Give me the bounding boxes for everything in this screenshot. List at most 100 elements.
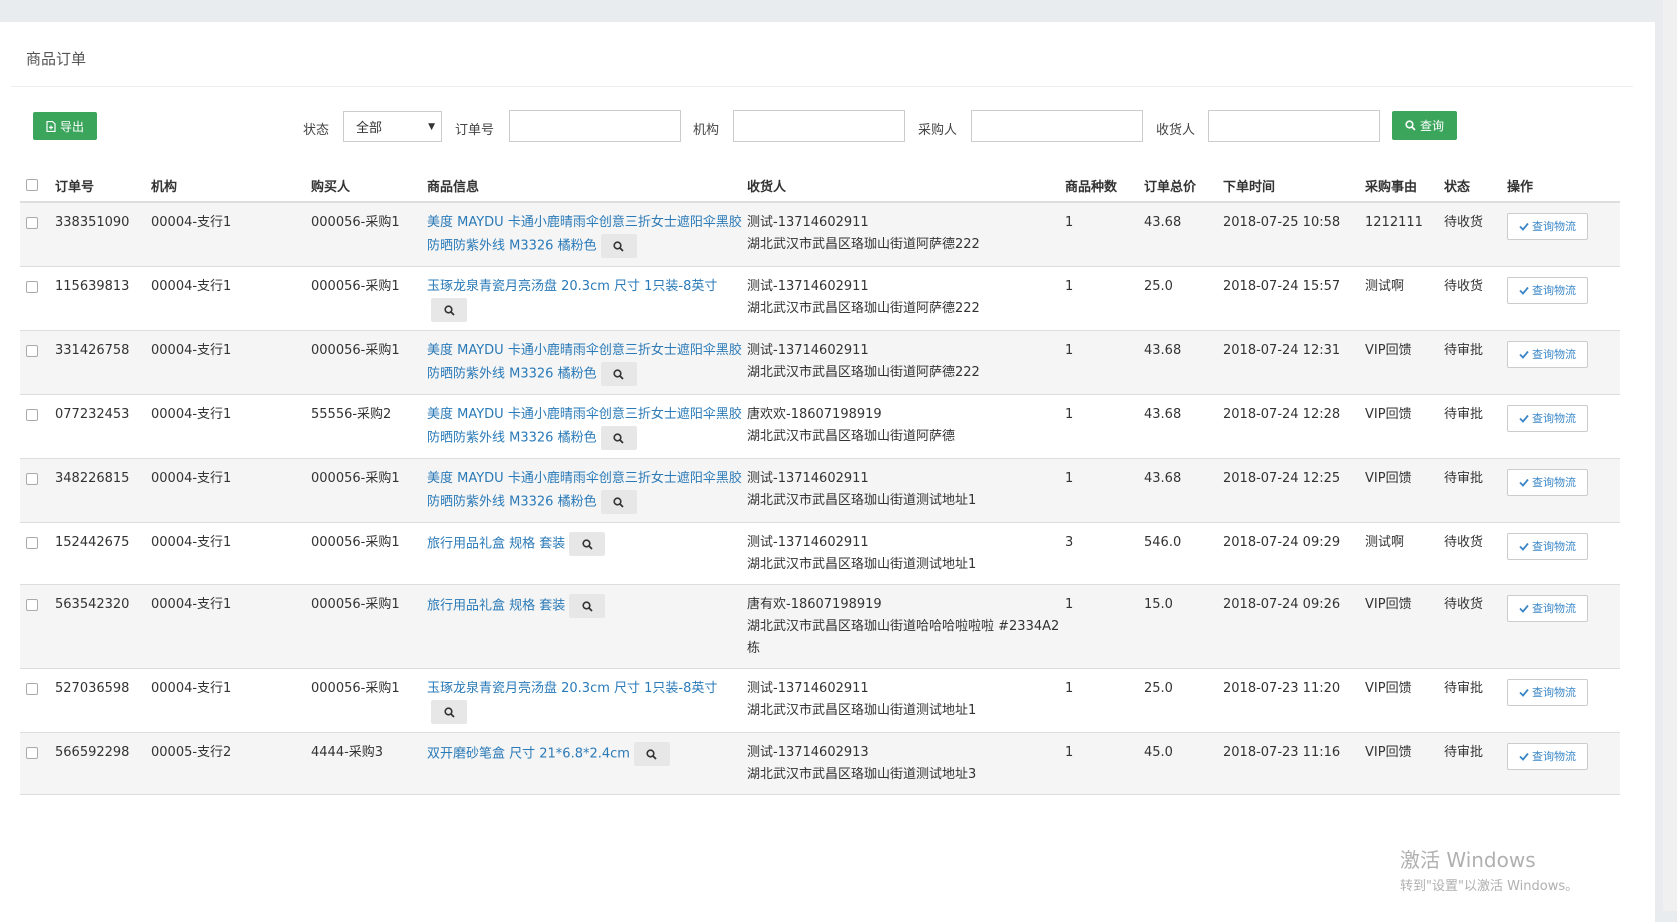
product-kinds: 1 — [1065, 266, 1144, 331]
title-divider — [11, 86, 1633, 87]
status-select-value: 全部 — [356, 121, 383, 136]
row-checkbox[interactable] — [26, 345, 38, 357]
order-status: 待收货 — [1444, 202, 1507, 267]
product-kinds: 3 — [1065, 522, 1144, 585]
product-search-button[interactable] — [600, 362, 637, 386]
product-link[interactable]: 美度 MAYDU 卡通小鹿晴雨伞创意三折女士遮阳伞黑胶防晒防紫外线 M3326 … — [427, 343, 742, 382]
product-cell: 玉琢龙泉青瓷月亮汤盘 20.3cm 尺寸 1只装-8英寸 — [427, 266, 747, 331]
row-checkbox[interactable] — [26, 599, 38, 611]
track-logistics-button[interactable]: 查询物流 — [1507, 469, 1588, 496]
product-search-button[interactable] — [600, 234, 637, 258]
receiver-input[interactable] — [1208, 110, 1380, 142]
order-status: 待收货 — [1444, 266, 1507, 331]
receiver-cell: 测试-13714602911 湖北武汉市武昌区珞珈山街道测试地址1 — [747, 668, 1065, 733]
row-checkbox[interactable] — [26, 537, 38, 549]
order-total: 43.68 — [1144, 394, 1223, 459]
export-button[interactable]: 导出 — [33, 112, 97, 140]
product-cell: 旅行用品礼盒 规格 套装 — [427, 584, 747, 669]
track-logistics-button[interactable]: 查询物流 — [1507, 213, 1588, 240]
page-scrollbar[interactable] — [1663, 0, 1677, 911]
col-order-no: 订单号 — [55, 167, 151, 203]
product-link[interactable]: 美度 MAYDU 卡通小鹿晴雨伞创意三折女士遮阳伞黑胶防晒防紫外线 M3326 … — [427, 407, 742, 446]
status-select[interactable]: 全部 ▼ — [343, 111, 442, 142]
order-no: 348226815 — [55, 458, 151, 523]
export-label: 导出 — [59, 119, 84, 134]
track-logistics-button[interactable]: 查询物流 — [1507, 743, 1588, 770]
product-cell: 玉琢龙泉青瓷月亮汤盘 20.3cm 尺寸 1只装-8英寸 — [427, 668, 747, 733]
order-time: 2018-07-24 09:29 — [1223, 522, 1365, 585]
product-cell: 美度 MAYDU 卡通小鹿晴雨伞创意三折女士遮阳伞黑胶防晒防紫外线 M3326 … — [427, 458, 747, 523]
receiver-cell: 测试-13714602911 湖北武汉市武昌区珞珈山街道阿萨德222 — [747, 202, 1065, 267]
product-link[interactable]: 旅行用品礼盒 规格 套装 — [427, 537, 565, 552]
track-logistics-button[interactable]: 查询物流 — [1507, 277, 1588, 304]
product-search-button[interactable] — [600, 490, 637, 514]
order-time: 2018-07-24 15:57 — [1223, 266, 1365, 331]
product-link[interactable]: 旅行用品礼盒 规格 套装 — [427, 599, 565, 614]
checkmark-icon — [1519, 688, 1529, 697]
product-search-button[interactable] — [431, 700, 467, 724]
product-search-button[interactable] — [569, 532, 606, 556]
purchase-reason: VIP回馈 — [1365, 732, 1444, 795]
order-time: 2018-07-24 09:26 — [1223, 584, 1365, 669]
receiver-name: 测试-13714602911 — [747, 215, 869, 230]
table-row: 331426758 00004-支行1 000056-采购1 美度 MAYDU 卡通小… — [20, 330, 1620, 395]
org: 00004-支行1 — [151, 330, 311, 395]
product-link[interactable]: 玉琢龙泉青瓷月亮汤盘 20.3cm 尺寸 1只装-8英寸 — [427, 279, 717, 294]
search-icon — [443, 304, 455, 316]
purchase-reason: VIP回馈 — [1365, 458, 1444, 523]
col-kinds: 商品种数 — [1065, 167, 1144, 203]
row-checkbox[interactable] — [26, 217, 38, 229]
search-icon — [613, 240, 624, 252]
receiver-cell: 测试-13714602911 湖北武汉市武昌区珞珈山街道测试地址1 — [747, 458, 1065, 523]
buyer: 000056-采购1 — [311, 330, 427, 395]
product-cell: 双开磨砂笔盒 尺寸 21*6.8*2.4cm — [427, 732, 747, 795]
row-checkbox[interactable] — [26, 747, 38, 759]
product-kinds: 1 — [1065, 202, 1144, 267]
track-logistics-button[interactable]: 查询物流 — [1507, 595, 1588, 622]
checkmark-icon — [1519, 752, 1529, 761]
row-checkbox[interactable] — [26, 281, 38, 293]
product-search-button[interactable] — [569, 594, 606, 618]
col-buyer: 购买人 — [311, 167, 427, 203]
page-title: 商品订单 — [26, 50, 87, 68]
row-checkbox[interactable] — [26, 683, 38, 695]
receiver-cell: 测试-13714602911 湖北武汉市武昌区珞珈山街道阿萨德222 — [747, 330, 1065, 395]
track-logistics-button[interactable]: 查询物流 — [1507, 405, 1588, 432]
order-no-input[interactable] — [509, 110, 681, 142]
order-no: 077232453 — [55, 394, 151, 459]
product-link[interactable]: 玉琢龙泉青瓷月亮汤盘 20.3cm 尺寸 1只装-8英寸 — [427, 681, 717, 696]
product-search-button[interactable] — [633, 742, 670, 766]
product-cell: 美度 MAYDU 卡通小鹿晴雨伞创意三折女士遮阳伞黑胶防晒防紫外线 M3326 … — [427, 394, 747, 459]
buyer: 4444-采购3 — [311, 732, 427, 795]
purchase-reason: 测试啊 — [1365, 266, 1444, 331]
product-kinds: 1 — [1065, 584, 1144, 669]
buyer-input[interactable] — [971, 110, 1143, 142]
product-link[interactable]: 美度 MAYDU 卡通小鹿晴雨伞创意三折女士遮阳伞黑胶防晒防紫外线 M3326 … — [427, 471, 742, 510]
product-search-button[interactable] — [600, 426, 637, 450]
product-search-button[interactable] — [431, 298, 467, 322]
order-total: 25.0 — [1144, 668, 1223, 733]
search-icon — [613, 432, 624, 444]
row-checkbox[interactable] — [26, 409, 38, 421]
track-logistics-button[interactable]: 查询物流 — [1507, 341, 1588, 368]
purchase-reason: VIP回馈 — [1365, 668, 1444, 733]
receiver-address: 湖北武汉市武昌区珞珈山街道测试地址3 — [747, 767, 977, 782]
order-no: 527036598 — [55, 668, 151, 733]
order-no: 563542320 — [55, 584, 151, 669]
receiver-name: 测试-13714602911 — [747, 471, 869, 486]
table-row: 563542320 00004-支行1 000056-采购1 旅行用品礼盒 规格 套装… — [20, 584, 1620, 669]
search-button[interactable]: 查询 — [1392, 111, 1457, 140]
track-logistics-button[interactable]: 查询物流 — [1507, 679, 1588, 706]
org-input[interactable] — [733, 110, 905, 142]
receiver-address: 湖北武汉市武昌区珞珈山街道测试地址1 — [747, 493, 977, 508]
product-link[interactable]: 双开磨砂笔盒 尺寸 21*6.8*2.4cm — [427, 747, 630, 762]
order-status: 待审批 — [1444, 330, 1507, 395]
receiver-name: 唐有欢-18607198919 — [747, 597, 882, 612]
receiver-cell: 唐有欢-18607198919 湖北武汉市武昌区珞珈山街道哈哈哈啦啦啦 #2334… — [747, 584, 1065, 669]
track-logistics-label: 查询物流 — [1532, 283, 1576, 297]
track-logistics-button[interactable]: 查询物流 — [1507, 533, 1588, 560]
order-no: 338351090 — [55, 202, 151, 267]
product-link[interactable]: 美度 MAYDU 卡通小鹿晴雨伞创意三折女士遮阳伞黑胶防晒防紫外线 M3326 … — [427, 215, 742, 254]
row-checkbox[interactable] — [26, 473, 38, 485]
select-all-checkbox[interactable] — [26, 179, 38, 191]
